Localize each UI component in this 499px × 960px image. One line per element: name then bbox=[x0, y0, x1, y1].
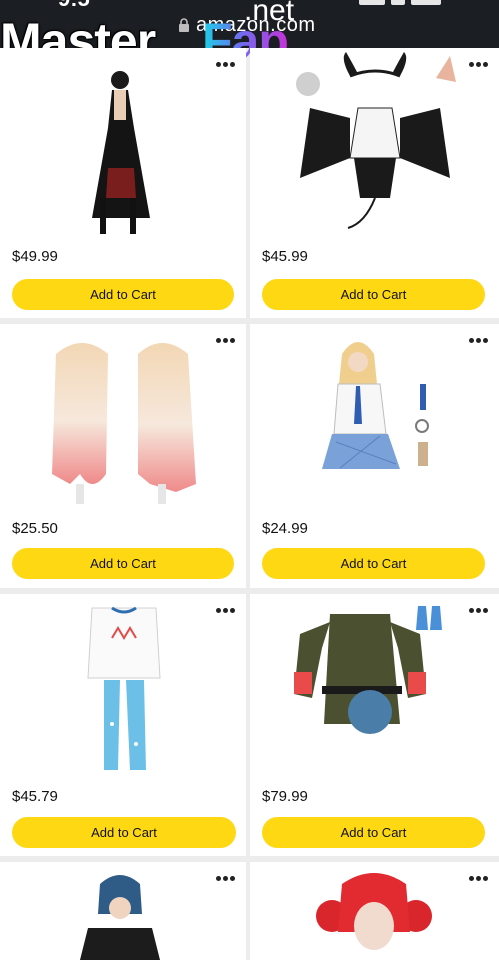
lock-icon bbox=[179, 18, 189, 32]
product-price: $25.50 bbox=[12, 520, 58, 537]
status-icons bbox=[359, 0, 469, 5]
product-card[interactable] bbox=[250, 862, 499, 960]
product-card[interactable]: $45.79 Add to Cart bbox=[0, 594, 246, 856]
product-price: $79.99 bbox=[262, 788, 308, 805]
status-time: 9:5 bbox=[58, 0, 90, 12]
product-image[interactable] bbox=[0, 324, 246, 514]
product-grid: $49.99 Add to Cart $45.99 Add to Cart $2… bbox=[0, 48, 499, 960]
product-card[interactable]: $79.99 Add to Cart bbox=[250, 594, 499, 856]
product-image[interactable] bbox=[250, 594, 499, 784]
product-card[interactable]: $49.99 Add to Cart bbox=[0, 48, 246, 318]
product-image[interactable] bbox=[0, 594, 246, 784]
product-card[interactable]: $25.50 Add to Cart bbox=[0, 324, 246, 588]
add-to-cart-button[interactable]: Add to Cart bbox=[12, 279, 234, 310]
add-to-cart-button[interactable]: Add to Cart bbox=[262, 279, 485, 310]
product-image[interactable] bbox=[250, 324, 499, 514]
add-to-cart-button[interactable]: Add to Cart bbox=[262, 548, 485, 579]
product-price: $49.99 bbox=[12, 248, 58, 265]
product-card[interactable]: $45.99 Add to Cart bbox=[250, 48, 499, 318]
product-card[interactable]: $24.99 Add to Cart bbox=[250, 324, 499, 588]
product-price: $24.99 bbox=[262, 520, 308, 537]
browser-top-bar: 9:5 amazon.com bbox=[0, 0, 499, 48]
add-to-cart-button[interactable]: Add to Cart bbox=[262, 817, 485, 848]
product-image[interactable] bbox=[250, 862, 499, 960]
product-image[interactable] bbox=[250, 48, 499, 238]
product-price: $45.79 bbox=[12, 788, 58, 805]
add-to-cart-button[interactable]: Add to Cart bbox=[12, 817, 236, 848]
product-image[interactable] bbox=[0, 862, 246, 960]
address-bar-url[interactable]: amazon.com bbox=[196, 14, 316, 37]
add-to-cart-button[interactable]: Add to Cart bbox=[12, 548, 234, 579]
product-price: $45.99 bbox=[262, 248, 308, 265]
product-card[interactable] bbox=[0, 862, 246, 960]
product-image[interactable] bbox=[0, 48, 246, 238]
